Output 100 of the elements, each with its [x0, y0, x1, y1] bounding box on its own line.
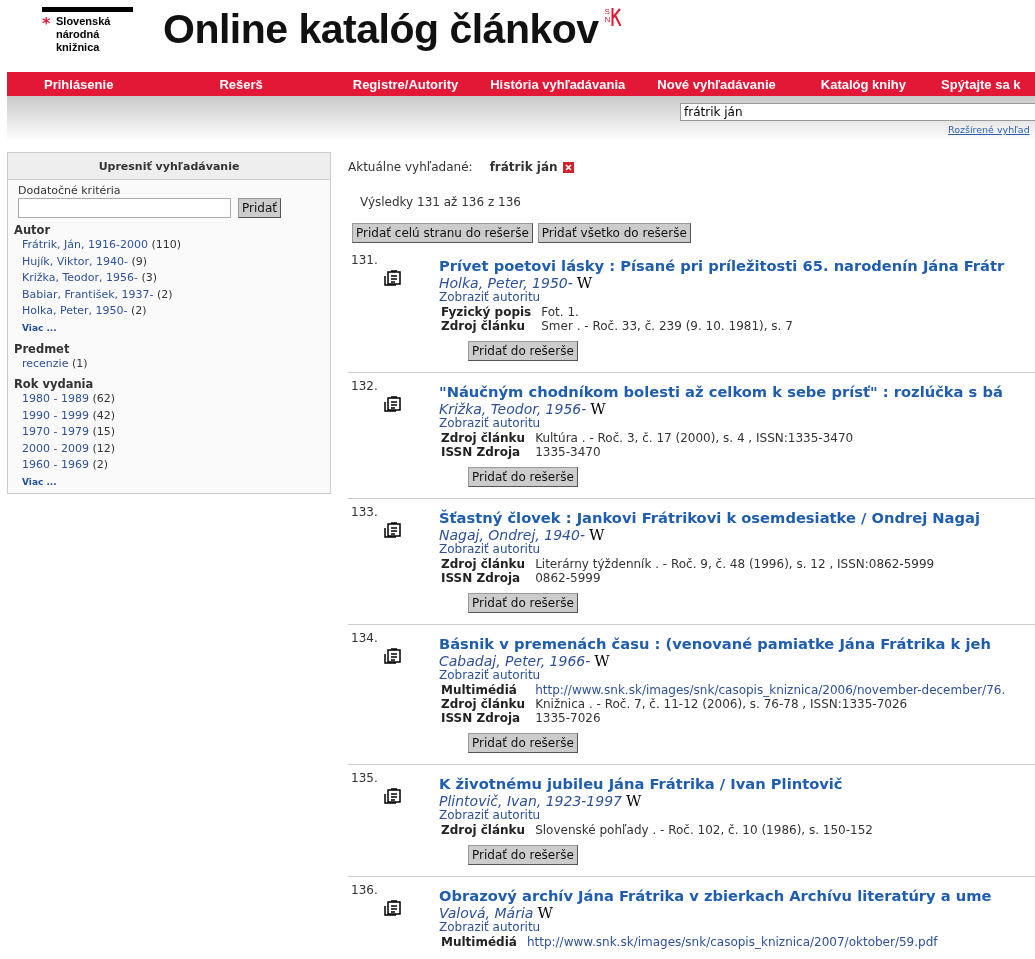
facet-link[interactable]: 2000 - 2009 — [22, 441, 89, 455]
facet-heading: Autor — [14, 224, 52, 237]
add-to-list-button[interactable]: Pridať do rešerše — [468, 593, 578, 613]
nav-link[interactable]: Rešerš — [219, 76, 263, 92]
facet-count: (1) — [71, 356, 88, 370]
add-to-list-button[interactable]: Pridať do rešerše — [468, 341, 578, 361]
add-to-list-button[interactable]: Pridať všetko do rešerše — [537, 223, 691, 243]
field-value: 0862-5999 — [535, 571, 602, 585]
clipboard-icon — [384, 396, 402, 412]
result-title-link[interactable]: Básnik v premenách času : (venované pamiatke Jána Frátrika k jeh — [439, 635, 991, 653]
authority-link[interactable]: Zobraziť autoritu — [439, 417, 541, 429]
criteria-label: Dodatočné kritéria — [18, 184, 122, 197]
facet-link[interactable]: 1990 - 1999 — [22, 408, 89, 422]
nav-link[interactable]: Spýtajte sa k — [941, 76, 1021, 92]
field-value: Kultúra . - Roč. 3, č. 17 (2000), s. 4 , ISSN:1335-3470 — [535, 431, 854, 445]
field-value: Knižnica . - Roč. 7, č. 11-12 (2006), s. 76-78 , ISSN:1335-7026 — [535, 697, 909, 711]
authority-link[interactable]: Zobraziť autoritu — [439, 291, 541, 303]
clipboard-icon — [384, 788, 402, 804]
author-link[interactable]: Holka, Peter, 1950- — [439, 275, 573, 291]
page-title: Online katalóg článkov — [163, 6, 599, 53]
author-link[interactable]: Nagaj, Ondrej, 1940- — [439, 527, 585, 543]
author-link[interactable]: Plintovič, Ivan, 1923-1997 — [439, 793, 622, 809]
criteria-field[interactable] — [18, 198, 231, 218]
logo-letter: N — [604, 16, 611, 24]
result-title-link[interactable]: "Náučným chodníkom bolesti až celkom k sebe prísť" : rozlúčka s bá — [439, 383, 1003, 401]
add-to-list-button[interactable]: Pridať celú stranu do rešerše — [352, 223, 533, 243]
add-to-list-button[interactable]: Pridať do rešerše — [468, 733, 578, 753]
add-button[interactable]: Pridať — [238, 198, 281, 218]
facet-count: (2) — [131, 304, 147, 317]
more-link[interactable]: Viac ... — [22, 322, 57, 333]
field-label: Zdroj článku — [441, 431, 526, 445]
authority-link[interactable]: Zobraziť autoritu — [439, 921, 541, 933]
nav-link[interactable]: Nové vyhľadávanie — [657, 76, 776, 92]
field-label: Zdroj článku — [441, 319, 527, 333]
result-title-link[interactable]: Prívet poetovi lásky : Písané pri príležitosti 65. narodenín Jána Frátr — [439, 257, 1005, 275]
advanced-search-link[interactable]: Rozšírené vyhľad — [948, 124, 1030, 135]
add-to-list-button[interactable]: Pridať do rešerše — [468, 845, 578, 865]
facet-count: (3) — [141, 271, 158, 284]
facet-link[interactable]: Babiar, František, 1937- — [22, 287, 154, 301]
wikipedia-link[interactable]: W — [626, 793, 642, 809]
facet-link[interactable]: 1960 - 1969 — [22, 458, 89, 471]
add-to-list-button[interactable]: Pridať do rešerše — [468, 467, 578, 487]
field-value: Smer . - Roč. 33, č. 239 (9. 10. 1981), s. 7 — [541, 319, 793, 333]
k-mark-icon — [611, 8, 622, 26]
logo-text: knižnica — [56, 41, 101, 54]
result-title-link[interactable]: Obrazový archív Jána Frátrika v zbierkach Archívu literatúry a ume — [439, 887, 992, 905]
field-label: Multimédiá — [441, 935, 517, 949]
multimedia-link[interactable]: http://www.snk.sk/images/snk/casopis_kniznica/2007/oktober/59.pdf — [526, 935, 938, 949]
authority-link[interactable]: Zobraziť autoritu — [439, 543, 541, 555]
field-value: Literárny týždenník . - Roč. 9, č. 48 (1996), s. 12 , ISSN:0862-5999 — [535, 557, 935, 571]
facet-link[interactable]: Križka, Teodor, 1956- — [22, 271, 138, 284]
field-value: 1335-3470 — [535, 445, 602, 459]
results-summary: Výsledky 131 až 136 z 136 — [360, 195, 522, 209]
close-icon[interactable] — [562, 161, 574, 173]
result-title-link[interactable]: K životnému jubileu Jána Frátrika / Ivan Plintovič — [439, 775, 843, 793]
result-number: 132. — [351, 379, 379, 393]
field-label: Zdroj článku — [441, 697, 526, 711]
field-label: Zdroj článku — [441, 557, 526, 571]
wikipedia-link[interactable]: W — [590, 401, 606, 417]
wikipedia-link[interactable]: W — [594, 653, 610, 669]
nav-link[interactable]: Registre/Autority — [352, 76, 459, 92]
multimedia-link[interactable]: http://www.snk.sk/images/snk/casopis_kniznica/2006/november-december/76. — [535, 683, 1006, 697]
result-number: 133. — [351, 505, 379, 519]
field-label: Fyzický popis — [441, 305, 532, 319]
facet-count: (12) — [92, 441, 116, 455]
search-field[interactable]: frátrik ján — [680, 103, 1035, 121]
facet-count: (2) — [157, 287, 173, 301]
facet-heading: Predmet — [14, 342, 71, 356]
field-value: 1335-7026 — [535, 711, 602, 725]
result-number: 135. — [351, 771, 379, 785]
facet-link[interactable]: recenzie — [22, 356, 69, 370]
nav-link[interactable]: Katalóg knihy — [820, 76, 906, 92]
author-link[interactable]: Cabadaj, Peter, 1966- — [439, 653, 591, 669]
authority-link[interactable]: Zobraziť autoritu — [439, 669, 541, 681]
current-search-term: frátrik ján — [489, 160, 558, 174]
field-label: ISSN Zdroja — [441, 445, 522, 459]
author-link[interactable]: Križka, Teodor, 1956- — [439, 401, 587, 417]
result-number: 136. — [351, 883, 379, 897]
authority-link[interactable]: Zobraziť autoritu — [439, 809, 541, 821]
nav-link[interactable]: Prihlásenie — [44, 76, 114, 92]
logo-text: národná — [56, 28, 101, 41]
facet-count: (2) — [92, 458, 109, 471]
nav-link[interactable]: História vyhľadávania — [490, 76, 626, 92]
facet-link[interactable]: Frátrik, Ján, 1916-2000 — [22, 238, 148, 251]
facet-link[interactable]: Hujík, Viktor, 1940- — [22, 254, 128, 268]
facet-count: (62) — [92, 392, 116, 405]
facet-link[interactable]: 1970 - 1979 — [22, 425, 89, 438]
facet-link[interactable]: 1980 - 1989 — [22, 392, 89, 405]
facet-count: (42) — [92, 408, 116, 422]
result-title-link[interactable]: Šťastný človek : Jankovi Frátrikovi k osemdesiatke / Ondrej Nagaj — [439, 509, 980, 527]
wikipedia-link[interactable]: W — [576, 275, 593, 291]
wikipedia-link[interactable]: W — [537, 905, 553, 921]
clipboard-icon — [384, 522, 402, 538]
logo-letter: S — [604, 8, 611, 16]
field-label: ISSN Zdroja — [441, 711, 522, 725]
facet-link[interactable]: Holka, Peter, 1950- — [22, 304, 128, 317]
clipboard-icon — [384, 648, 402, 664]
more-link[interactable]: Viac ... — [22, 476, 57, 487]
wikipedia-link[interactable]: W — [588, 527, 605, 543]
author-link[interactable]: Valová, Mária — [439, 905, 534, 921]
